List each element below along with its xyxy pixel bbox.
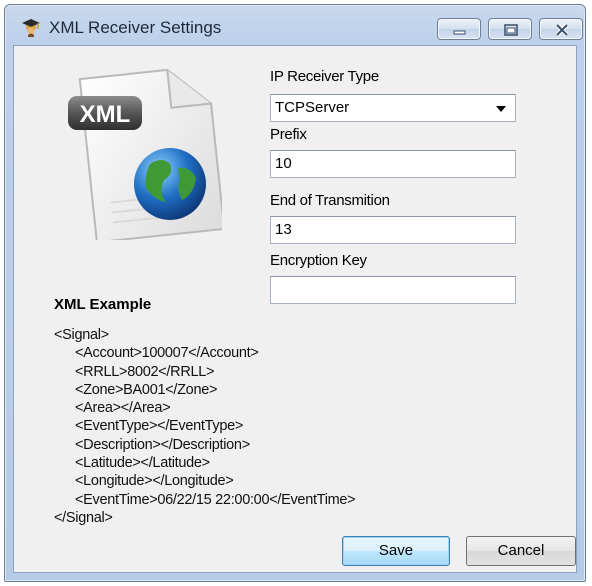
xml-file-icon: XML — [68, 68, 222, 240]
end-of-transmission-label: End of Transmition — [270, 192, 390, 209]
dialog-content: XML IP Receiver Type TCPServer Prefix 10… — [13, 45, 577, 573]
xml-line: <EventTime>06/22/15 22:00:00</EventTime> — [75, 491, 356, 508]
xml-example-text: <Signal> <Account>100007</Account> <RRLL… — [54, 326, 356, 527]
xml-example-heading: XML Example — [54, 296, 152, 313]
cancel-button[interactable]: Cancel — [466, 536, 576, 566]
end-of-transmission-input[interactable]: 13 — [270, 216, 516, 244]
xml-line: <Longitude></Longitude> — [75, 473, 234, 490]
title-bar[interactable]: XML Receiver Settings — [5, 5, 585, 45]
dropdown-arrow-icon[interactable] — [496, 106, 506, 112]
ip-receiver-type-label: IP Receiver Type — [270, 68, 379, 85]
minimize-icon — [453, 30, 466, 35]
xml-line: <Area></Area> — [75, 400, 171, 417]
window-title: XML Receiver Settings — [49, 18, 222, 37]
xml-line: <Signal> — [54, 327, 109, 343]
ip-receiver-type-select[interactable]: TCPServer — [270, 94, 516, 122]
save-button[interactable]: Save — [342, 536, 450, 566]
xml-line: <Latitude></Latitude> — [75, 455, 210, 472]
encryption-key-label: Encryption Key — [270, 252, 367, 269]
prefix-label: Prefix — [270, 126, 307, 143]
graduate-cap-icon — [22, 19, 40, 37]
prefix-input[interactable]: 10 — [270, 150, 516, 178]
maximize-icon — [504, 24, 518, 36]
ip-receiver-type-value: TCPServer — [275, 99, 350, 116]
close-button[interactable] — [539, 18, 583, 40]
close-icon — [555, 23, 569, 37]
xml-line: <EventType></EventType> — [75, 418, 244, 435]
minimize-button[interactable] — [437, 18, 481, 40]
xml-line: <Zone>BA001</Zone> — [75, 381, 218, 398]
xml-line: </Signal> — [54, 509, 113, 526]
xml-line: <Account>100007</Account> — [75, 345, 259, 362]
dialog-window: XML Receiver Settings XML IP Receiver Ty… — [4, 4, 586, 582]
xml-line: <RRLL>8002</RRLL> — [75, 363, 215, 380]
encryption-key-input[interactable] — [270, 276, 516, 304]
maximize-button[interactable] — [488, 18, 532, 40]
xml-badge-label: XML — [80, 101, 131, 128]
xml-line: <Description></Description> — [75, 436, 250, 453]
